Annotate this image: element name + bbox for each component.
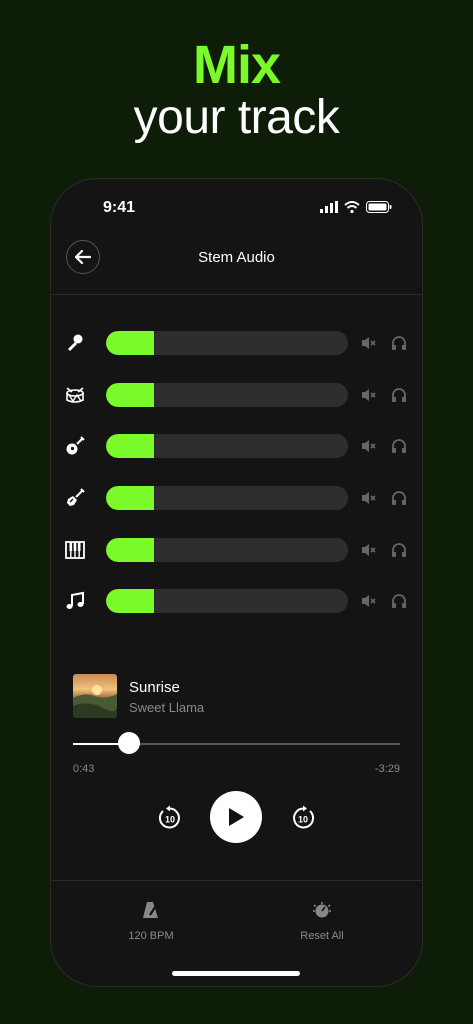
reset-gauge-icon (313, 902, 331, 918)
stem-fill (106, 538, 155, 562)
stem-row-other (51, 589, 422, 613)
page-title: Stem Audio (198, 249, 275, 266)
phone-frame: 9:41 Stem Audio Sunrise Sweet Llama 0:43… (51, 179, 422, 986)
wifi-icon (344, 201, 360, 213)
stem-slider-electric-guitar[interactable] (106, 486, 348, 510)
time-remaining: -3:29 (374, 763, 400, 775)
headline-your-track: your track (133, 91, 340, 144)
forward-10-icon[interactable]: 10 (290, 805, 316, 831)
stem-slider-other[interactable] (106, 589, 348, 613)
stem-row-drums (51, 383, 422, 407)
status-icons (320, 201, 392, 213)
forward-seconds-label: 10 (298, 815, 308, 825)
mute-icon[interactable] (361, 335, 377, 351)
microphone-icon (68, 334, 83, 351)
bpm-label: 120 BPM (128, 930, 174, 942)
headphones-icon[interactable] (391, 335, 407, 351)
stem-slider-vocals[interactable] (106, 331, 348, 355)
song-artist: Sweet Llama (129, 700, 205, 715)
music-note-icon (66, 591, 84, 609)
play-icon (229, 808, 244, 826)
stem-fill (106, 383, 155, 407)
stem-slider-acoustic-guitar[interactable] (106, 434, 348, 458)
electric-guitar-icon (67, 488, 85, 506)
reset-all-button[interactable]: Reset All (262, 901, 382, 942)
stem-row-piano (51, 538, 422, 562)
headphones-icon[interactable] (391, 387, 407, 403)
home-indicator (172, 971, 300, 976)
battery-icon (366, 201, 392, 213)
acoustic-guitar-icon (66, 436, 85, 455)
progress-thumb[interactable] (117, 732, 140, 754)
header-divider (51, 294, 422, 295)
drum-icon (66, 387, 84, 403)
headline-mix: Mix (192, 35, 281, 95)
reset-label: Reset All (300, 930, 344, 942)
stem-slider-piano[interactable] (106, 538, 348, 562)
mute-icon[interactable] (361, 542, 377, 558)
stem-row-vocals (51, 331, 422, 355)
mute-icon[interactable] (361, 387, 377, 403)
headphones-icon[interactable] (391, 438, 407, 454)
bottom-divider (51, 880, 422, 881)
stem-slider-drums[interactable] (106, 383, 348, 407)
stem-fill (106, 331, 155, 355)
play-button[interactable] (210, 791, 262, 843)
piano-icon (65, 541, 85, 559)
bpm-button[interactable]: 120 BPM (91, 901, 211, 942)
headphones-icon[interactable] (391, 490, 407, 506)
mute-icon[interactable] (361, 593, 377, 609)
stem-row-acoustic-guitar (51, 434, 422, 458)
headphones-icon[interactable] (391, 593, 407, 609)
rewind-10-icon[interactable]: 10 (157, 805, 183, 831)
mute-icon[interactable] (361, 490, 377, 506)
stem-fill (106, 589, 155, 613)
signal-icon (320, 201, 338, 213)
stem-fill (106, 434, 155, 458)
song-title: Sunrise (129, 679, 180, 696)
metronome-icon (143, 902, 158, 918)
album-art (73, 674, 117, 718)
stem-fill (106, 486, 155, 510)
rewind-seconds-label: 10 (165, 815, 175, 825)
mute-icon[interactable] (361, 438, 377, 454)
headphones-icon[interactable] (391, 542, 407, 558)
stem-row-electric-guitar (51, 486, 422, 510)
status-time: 9:41 (103, 199, 136, 216)
time-elapsed: 0:43 (73, 763, 95, 775)
